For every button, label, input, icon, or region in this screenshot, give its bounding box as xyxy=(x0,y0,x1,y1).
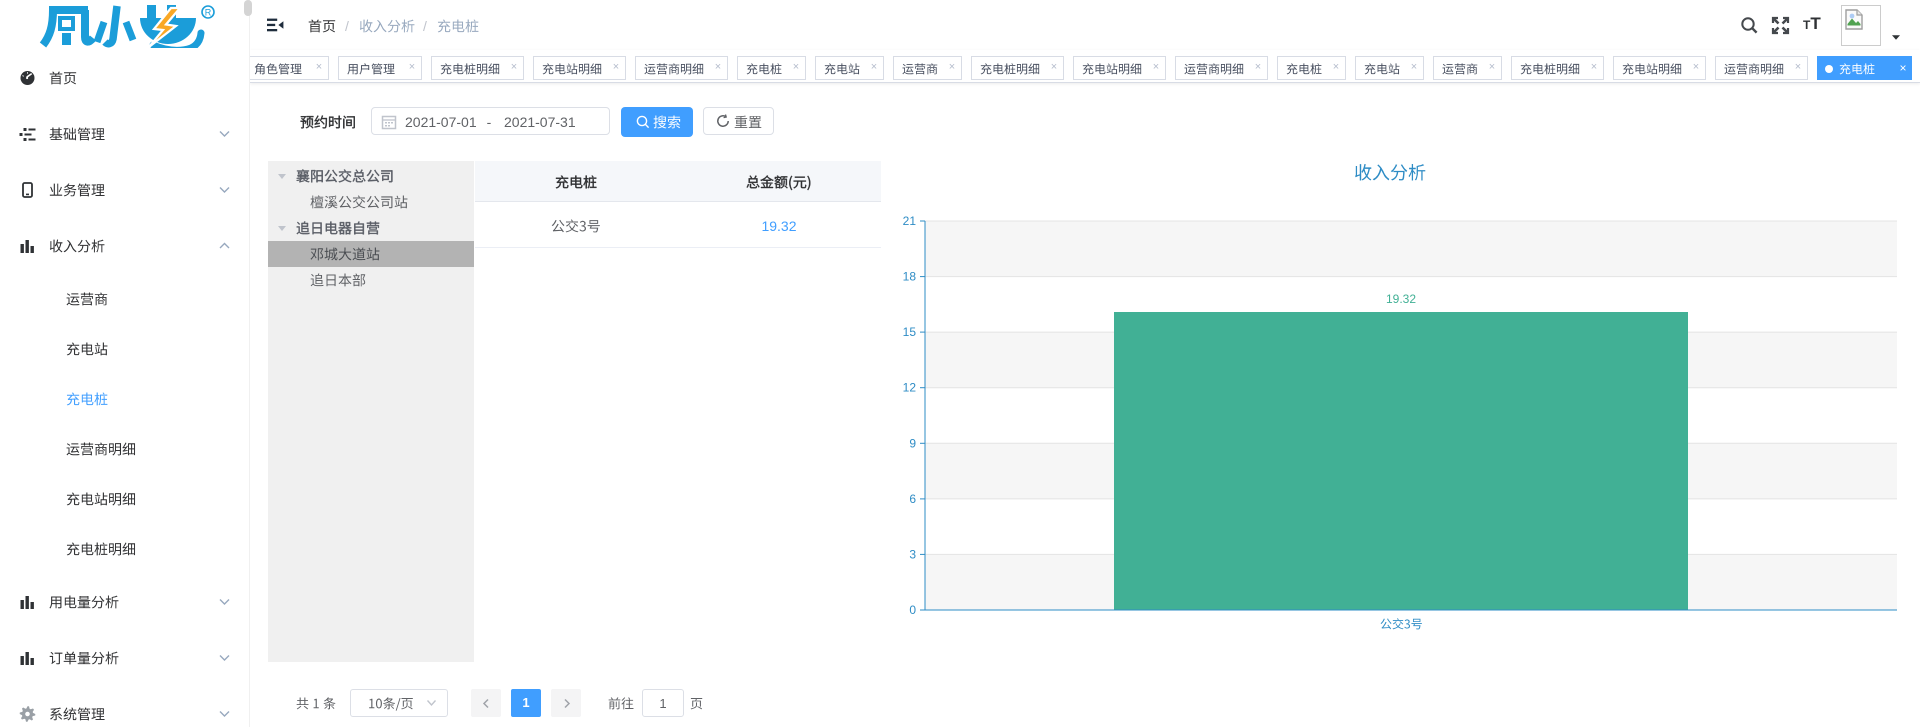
svg-text:12: 12 xyxy=(903,381,917,395)
svg-text:18: 18 xyxy=(903,270,917,284)
svg-text:21: 21 xyxy=(903,214,917,228)
svg-text:3: 3 xyxy=(909,547,916,561)
svg-text:R: R xyxy=(205,7,212,17)
svg-text:0: 0 xyxy=(909,603,916,617)
svg-text:15: 15 xyxy=(903,325,917,339)
svg-text:9: 9 xyxy=(909,436,916,450)
svg-text:19.32: 19.32 xyxy=(1386,292,1416,306)
svg-text:6: 6 xyxy=(909,492,916,506)
